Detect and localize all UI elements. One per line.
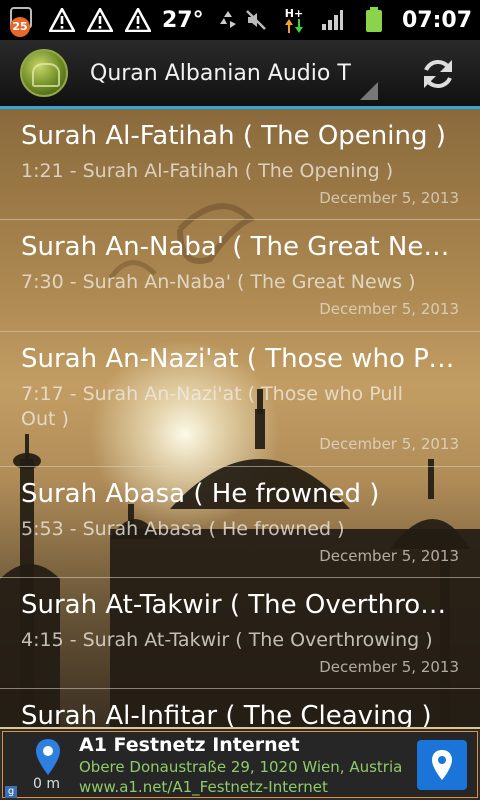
ad-directions-button[interactable] bbox=[417, 740, 467, 790]
missed-call-badge-icon: 25 bbox=[8, 5, 38, 37]
battery-icon bbox=[360, 6, 388, 34]
surah-title: Surah At-Takwir ( The Overthrowing ) bbox=[21, 590, 461, 620]
data-arrows-icon: H+ bbox=[284, 8, 304, 33]
surah-title: Surah Abasa ( He frowned ) bbox=[21, 479, 380, 509]
list-item[interactable]: Surah Abasa ( He frowned ) 5:53 - Surah … bbox=[0, 467, 480, 577]
quran-logo-icon[interactable] bbox=[20, 49, 68, 97]
list-item[interactable]: Surah Al-Infitar ( The Cleaving ) bbox=[0, 689, 480, 727]
list-item[interactable]: Surah An-Naba' ( The Great News ) 7:30 -… bbox=[0, 220, 480, 330]
ad-url[interactable]: www.a1.net/A1_Festnetz-Internet bbox=[79, 778, 328, 796]
temperature: 27° bbox=[162, 7, 204, 33]
surah-title: Surah An-Naba' ( The Great News ) bbox=[21, 232, 461, 262]
surah-subtitle: 4:15 - Surah At-Takwir ( The Overthrowin… bbox=[21, 629, 433, 651]
clock: 07:07 bbox=[401, 7, 472, 33]
refresh-button[interactable] bbox=[416, 52, 460, 96]
surah-subtitle: 7:30 - Surah An-Naba' ( The Great News ) bbox=[21, 271, 416, 293]
recycle-icon bbox=[214, 6, 242, 34]
spinner-dropdown-indicator[interactable] bbox=[360, 82, 378, 100]
warning-icon bbox=[124, 6, 152, 34]
surah-date: December 5, 2013 bbox=[319, 658, 459, 676]
ad-title[interactable]: A1 Festnetz Internet bbox=[79, 734, 300, 756]
signal-icon bbox=[318, 6, 346, 34]
warning-icon bbox=[86, 6, 114, 34]
status-bar: 25 27° H+ 07:07 bbox=[0, 0, 480, 40]
surah-date: December 5, 2013 bbox=[319, 189, 459, 207]
surah-date: December 5, 2013 bbox=[319, 547, 459, 565]
surah-title: Surah Al-Infitar ( The Cleaving ) bbox=[21, 701, 432, 727]
notification-count: 25 bbox=[10, 17, 30, 37]
ad-distance: 0 m bbox=[33, 776, 60, 792]
ad-address[interactable]: Obere Donaustraße 29, 1020 Wien, Austria bbox=[79, 758, 402, 776]
warning-icon bbox=[48, 6, 76, 34]
surah-title: Surah An-Nazi'at ( Those who Pull Out ) bbox=[21, 344, 461, 374]
surah-date: December 5, 2013 bbox=[319, 300, 459, 318]
network-type: H+ bbox=[284, 6, 304, 20]
list-item[interactable]: Surah At-Takwir ( The Overthrowing ) 4:1… bbox=[0, 578, 480, 688]
surah-title: Surah Al-Fatihah ( The Opening ) bbox=[21, 121, 446, 151]
mute-icon bbox=[242, 6, 270, 34]
ad-frame[interactable]: 0 m g A1 Festnetz Internet Obere Donaust… bbox=[2, 731, 478, 798]
map-pin-icon bbox=[36, 739, 60, 775]
list-item[interactable]: Surah An-Nazi'at ( Those who Pull Out ) … bbox=[0, 332, 480, 465]
ad-provider-mark: g bbox=[5, 786, 17, 798]
app-title-spinner[interactable]: Quran Albanian Audio T bbox=[90, 61, 360, 86]
location-pin-icon bbox=[432, 750, 452, 780]
action-bar: Quran Albanian Audio T bbox=[0, 40, 480, 106]
surah-subtitle: 5:53 - Surah Abasa ( He frowned ) bbox=[21, 518, 345, 540]
list-item[interactable]: Surah Al-Fatihah ( The Opening ) 1:21 - … bbox=[0, 109, 480, 219]
ad-banner[interactable]: 0 m g A1 Festnetz Internet Obere Donaust… bbox=[0, 727, 480, 800]
surah-subtitle: 7:17 - Surah An-Nazi'at ( Those who Pull… bbox=[21, 383, 403, 430]
surah-list[interactable]: Surah Al-Fatihah ( The Opening ) 1:21 - … bbox=[0, 109, 480, 727]
surah-date: December 5, 2013 bbox=[319, 435, 459, 453]
refresh-icon bbox=[424, 60, 452, 88]
surah-subtitle: 1:21 - Surah Al-Fatihah ( The Opening ) bbox=[21, 160, 394, 182]
